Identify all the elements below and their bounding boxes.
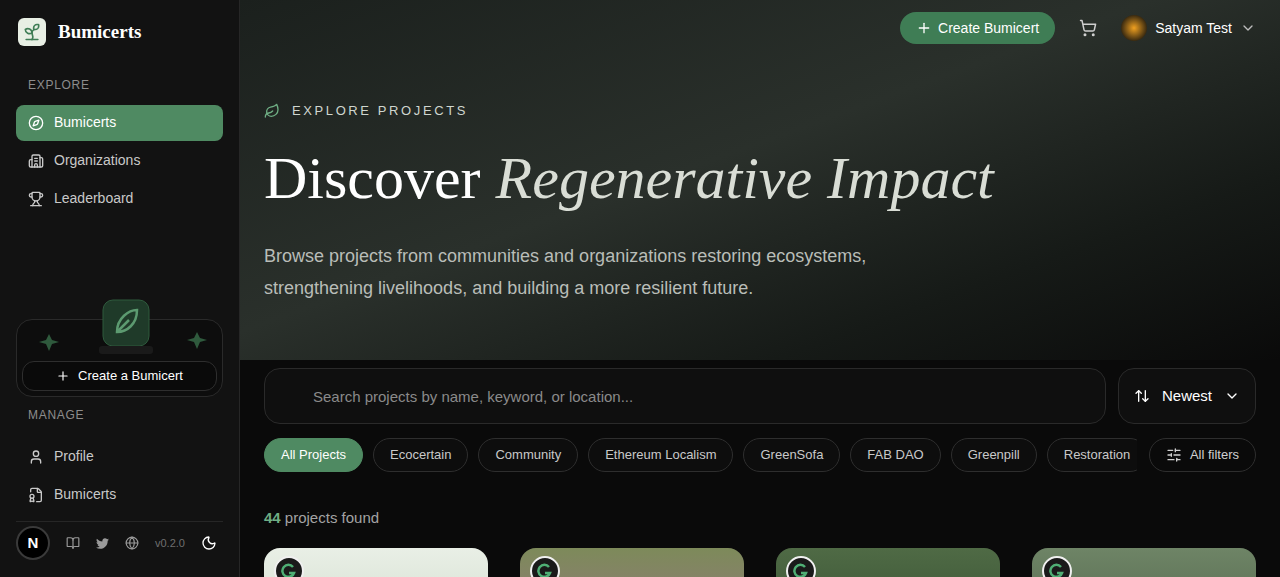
trophy-icon: [28, 191, 44, 207]
main: Create Bumicert Satyam Test EXPLORE PROJEC…: [240, 0, 1280, 577]
filter-chip[interactable]: All Projects: [264, 438, 363, 472]
project-card[interactable]: [264, 548, 488, 577]
badge-icon: [28, 487, 44, 503]
user-icon: [28, 449, 44, 465]
create-bumicert-button[interactable]: Create Bumicert: [900, 12, 1055, 44]
eyebrow: EXPLORE PROJECTS: [264, 100, 1256, 122]
content: Newest All Projects Ecocertain Community Eth…: [240, 360, 1280, 577]
all-filters-button[interactable]: All filters: [1149, 438, 1256, 472]
project-image: [776, 548, 1000, 577]
create-bumicert-promo-button[interactable]: Create a Bumicert: [22, 361, 217, 391]
leaf-icon: [264, 103, 280, 119]
org-logo-icon: [786, 556, 816, 577]
filter-chip[interactable]: Ecocertain: [373, 438, 468, 472]
moon-icon[interactable]: [201, 535, 217, 551]
logo-icon: [18, 18, 46, 46]
sidebar-item[interactable]: Organizations: [16, 143, 223, 179]
chip-list: All Projects Ecocertain Community Ethereum …: [264, 438, 1137, 472]
explore-nav: BumicertsOrganizationsLeaderboard: [16, 105, 223, 217]
sidebar-footer: Nv0.2.0: [16, 521, 223, 561]
sidebar-item[interactable]: Profile: [16, 439, 223, 475]
section-label: MANAGE: [16, 407, 223, 423]
search-input[interactable]: [264, 368, 1106, 424]
sort-select[interactable]: Newest: [1118, 368, 1256, 424]
user-menu[interactable]: Satyam Test: [1121, 15, 1256, 41]
version: v0.2.0: [155, 535, 185, 552]
section-label: EXPLORE: [16, 77, 223, 93]
user-avatar-icon: [1121, 15, 1147, 41]
promo-card: Create a Bumicert: [16, 319, 223, 397]
chevron-down-icon: [1240, 20, 1256, 36]
globe-icon[interactable]: [125, 536, 139, 550]
manage-nav: ProfileBumicerts: [16, 439, 223, 513]
cart-icon[interactable]: [1079, 19, 1097, 37]
filter-row: All Projects Ecocertain Community Ethereum …: [264, 438, 1256, 472]
hero-description: Browse projects from communities and org…: [264, 240, 904, 304]
filter-chip[interactable]: GreenSofa: [743, 438, 840, 472]
org-logo-icon: [530, 556, 560, 577]
sparkle-illustration-icon: [37, 296, 213, 356]
building-icon: [28, 153, 44, 169]
plus-icon: [56, 369, 70, 383]
chevron-down-icon: [1224, 388, 1240, 404]
org-logo-icon: [1042, 556, 1072, 577]
project-card[interactable]: [1032, 548, 1256, 577]
twitter-icon[interactable]: [96, 537, 109, 550]
filter-chip[interactable]: Ethereum Localism: [588, 438, 733, 472]
app: BumicertsEXPLOREBumicertsOrganizationsLe…: [0, 0, 1280, 577]
sidebar: BumicertsEXPLOREBumicertsOrganizationsLe…: [0, 0, 240, 577]
search-row: Newest: [264, 368, 1256, 424]
docs-icon[interactable]: [66, 536, 80, 550]
logo[interactable]: Bumicerts: [16, 0, 223, 47]
filter-chip[interactable]: FAB DAO: [850, 438, 940, 472]
hero-title: Discover Regenerative Impact: [264, 145, 1256, 211]
hero: Create Bumicert Satyam Test EXPLORE PROJEC…: [240, 0, 1280, 360]
project-card[interactable]: [520, 548, 744, 577]
filter-chip[interactable]: Restoration: [1047, 438, 1137, 472]
sidebar-item[interactable]: Bumicerts: [16, 105, 223, 141]
compass-icon: [28, 115, 44, 131]
sliders-icon: [1166, 447, 1182, 463]
project-image: [264, 548, 488, 577]
filter-chip[interactable]: Greenpill: [951, 438, 1037, 472]
project-grid: [264, 548, 1256, 577]
sidebar-item[interactable]: Bumicerts: [16, 477, 223, 513]
plus-icon: [916, 20, 932, 36]
project-image: [520, 548, 744, 577]
project-card[interactable]: [776, 548, 1000, 577]
results-count: 44 projects found: [264, 508, 1256, 528]
top-bar: Create Bumicert Satyam Test: [264, 0, 1256, 56]
sidebar-item[interactable]: Leaderboard: [16, 181, 223, 217]
org-logo-icon: [274, 556, 304, 577]
sort-icon: [1134, 388, 1150, 404]
user-avatar[interactable]: N: [16, 526, 50, 560]
filter-chip[interactable]: Community: [478, 438, 578, 472]
project-image: [1032, 548, 1256, 577]
